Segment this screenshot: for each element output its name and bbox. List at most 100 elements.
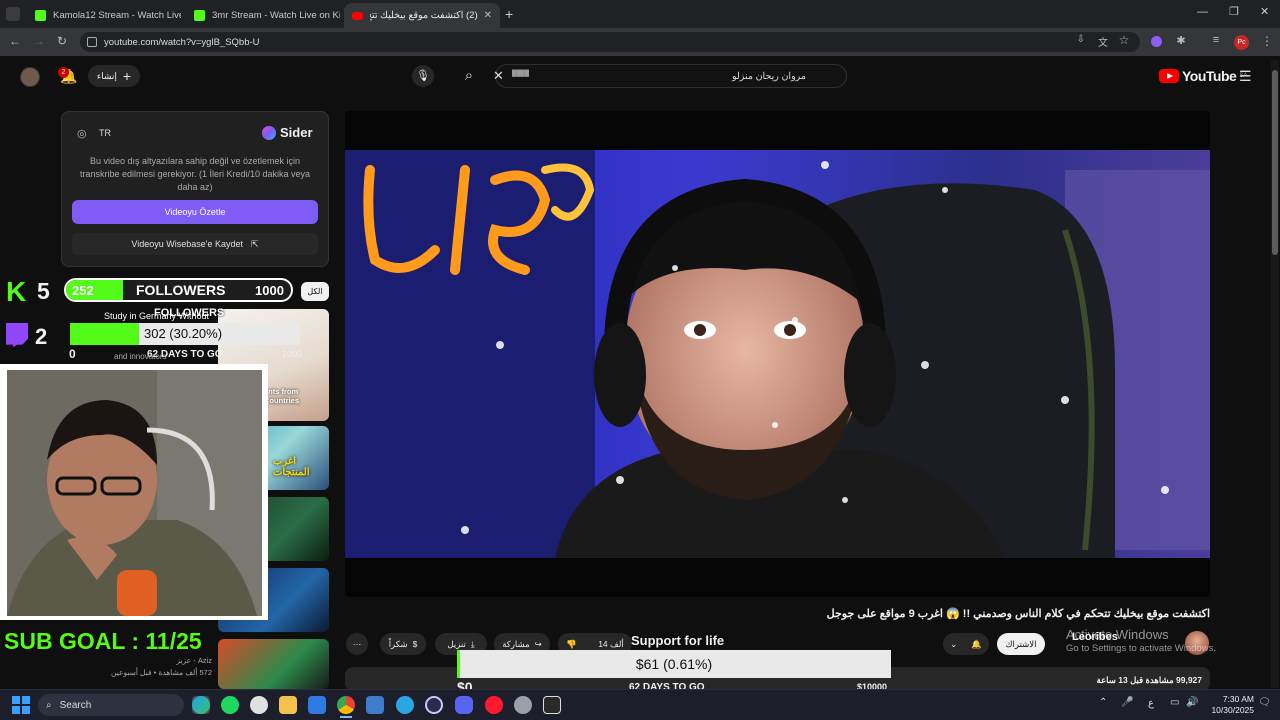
kick-logo-icon <box>35 10 46 21</box>
spotify-icon[interactable] <box>221 696 239 714</box>
store-icon[interactable] <box>308 696 326 714</box>
url-bar[interactable]: youtube.com/watch?v=yglB_SQbb-U <box>80 32 1140 52</box>
support-title: Support for life <box>631 633 725 648</box>
file-explorer-icon[interactable] <box>279 696 297 714</box>
browser-menu-kebab-icon[interactable]: ⋮ <box>1258 34 1276 48</box>
edge-icon[interactable] <box>192 696 210 714</box>
mic-tray-icon[interactable]: 🎤 <box>1121 697 1133 708</box>
more-actions-button[interactable]: ⋯ <box>346 633 368 655</box>
settings-gear-icon[interactable]: ◎ <box>77 127 87 140</box>
close-window-button[interactable]: ✕ <box>1260 5 1269 18</box>
forward-icon[interactable]: → <box>30 34 48 48</box>
filter-chip-all[interactable]: الكل <box>301 282 329 301</box>
recommended-thumb-5[interactable] <box>218 639 329 689</box>
thumb-text: اغرب المنتجات <box>273 456 310 478</box>
kick-count: 5 <box>37 278 50 304</box>
tab-kamola12[interactable]: Kamola12 Stream - Watch Live ✕ <box>27 3 181 28</box>
sub-goal-text: SUB GOAL : 11/25 <box>4 628 202 654</box>
notification-settings-button[interactable]: ⌄ 🔔 <box>943 633 989 655</box>
summarize-video-button[interactable]: Videoyu Özetle <box>72 200 318 224</box>
taskbar-search[interactable]: ⌕ Search <box>38 694 184 716</box>
video-frame[interactable] <box>345 150 1210 558</box>
video-frame-image <box>345 150 1210 558</box>
telegram-icon[interactable] <box>396 696 414 714</box>
video-title: اكتشفت موقع بيخليك تتحكم في كلام الناس و… <box>826 608 1210 620</box>
epic-games-icon[interactable] <box>543 696 561 714</box>
notification-center-icon[interactable]: 🗨 <box>1258 697 1271 708</box>
tab-youtube-video[interactable]: (2) اكتشفت موقع بيخليك تتح ✕ <box>344 3 500 28</box>
summarize-label: Videoyu Özetle <box>164 207 226 217</box>
extension-sider-icon[interactable] <box>1151 36 1162 47</box>
hamburger-menu-icon[interactable]: ☰ <box>1239 68 1252 85</box>
youtube-logo-icon <box>352 11 363 20</box>
search-icon: ⌕ <box>46 699 52 711</box>
subscribe-button[interactable]: الاشتراك <box>997 633 1045 655</box>
clock-date[interactable]: 10/30/2025 <box>1204 705 1254 715</box>
browser-menu-icon[interactable] <box>6 7 20 21</box>
voice-search-mic-icon[interactable]: 🎙 <box>412 65 434 87</box>
search-input[interactable]: مروان ريحان منزلو <box>495 64 847 88</box>
webcam-image <box>7 370 262 616</box>
tray-chevron-up-icon[interactable]: ⌃ <box>1099 697 1107 708</box>
share-icon: ↪ <box>534 638 542 649</box>
media-control-icon[interactable]: ≡ <box>1207 34 1225 46</box>
external-link-icon: ⇱ <box>251 238 259 249</box>
sider-brand-text: Sider <box>280 125 313 140</box>
bookmark-star-icon[interactable]: ☆ <box>1115 33 1133 47</box>
opera-icon[interactable] <box>485 696 503 714</box>
clear-search-icon[interactable]: ✕ <box>493 68 504 84</box>
volume-icon[interactable]: 🔊 <box>1186 697 1198 708</box>
tab-3mr[interactable]: 3mr Stream - Watch Live on Kic ✕ <box>186 3 340 28</box>
download-label: تنزيل <box>447 638 466 649</box>
clock-time[interactable]: 7:30 AM <box>1210 694 1254 704</box>
restore-button[interactable]: ❐ <box>1229 5 1239 18</box>
sider-logo-icon <box>262 125 276 140</box>
thanks-button[interactable]: شكراً $ <box>380 633 426 655</box>
sider-language[interactable]: TR <box>99 128 111 138</box>
settings-icon[interactable] <box>514 696 532 714</box>
chevron-down-icon: ⌄ <box>950 638 958 649</box>
back-icon[interactable]: ← <box>6 34 24 48</box>
scrollbar-thumb[interactable] <box>1272 70 1278 255</box>
tab-label: Kamola12 Stream - Watch Live <box>53 10 181 21</box>
dislike-icon[interactable]: 👎 <box>566 639 577 650</box>
sub-overlay-text: Study in Germany Without <box>104 311 210 321</box>
thanks-label: شكراً <box>388 638 408 649</box>
create-label: إنشاء <box>96 70 117 81</box>
network-icon[interactable]: ▭ <box>1170 697 1179 708</box>
obs-icon[interactable] <box>425 696 443 714</box>
notification-count-badge: 2 <box>58 67 69 78</box>
install-icon[interactable]: ⇩ <box>1072 34 1090 45</box>
webcam-feed <box>7 370 262 616</box>
windows-start-icon[interactable] <box>12 696 30 714</box>
reload-icon[interactable]: ↻ <box>53 34 71 48</box>
user-avatar[interactable] <box>20 67 40 87</box>
extensions-icon[interactable]: ✱ <box>1172 34 1190 47</box>
likes-count: 14 ألف <box>598 638 624 649</box>
kick-logo-icon: K <box>6 276 27 307</box>
search-icon[interactable]: ⌕ <box>454 64 484 88</box>
youtube-logo[interactable]: YouTube SA <box>1159 68 1247 84</box>
new-tab-button[interactable]: + <box>505 6 513 22</box>
chatgpt-icon[interactable] <box>250 696 268 714</box>
tab-label: 3mr Stream - Watch Live on Kic <box>212 10 340 21</box>
site-info-icon[interactable] <box>87 37 97 47</box>
chrome-icon[interactable] <box>337 696 355 714</box>
youtube-logo-text: YouTube <box>1182 68 1237 84</box>
input-language[interactable]: ع <box>1148 698 1154 709</box>
translate-icon[interactable]: 文 <box>1094 34 1112 49</box>
followers-target: 1000 <box>255 283 284 298</box>
profile-avatar[interactable]: Pc <box>1234 35 1249 50</box>
discord-icon[interactable] <box>455 696 473 714</box>
sub-overlay-text-2: and innovators <box>114 352 167 361</box>
close-tab-icon[interactable]: ✕ <box>478 10 492 21</box>
thumb-text: ents from Countries <box>264 387 300 405</box>
create-button[interactable]: إنشاء + <box>88 65 140 87</box>
support-amount: $61 (0.61%) <box>635 656 713 672</box>
minimize-button[interactable]: — <box>1197 6 1208 18</box>
followers-current: 252 <box>72 283 94 298</box>
save-to-wisebase-button[interactable]: Videoyu Wisebase'e Kaydet ⇱ <box>72 233 318 255</box>
app-icon[interactable] <box>366 696 384 714</box>
sidebar-video-meta: 572 ألف مشاهدة • قبل أسبوعين <box>111 668 212 677</box>
sidebar-video-channel: عزيز - Aziz <box>176 656 212 665</box>
